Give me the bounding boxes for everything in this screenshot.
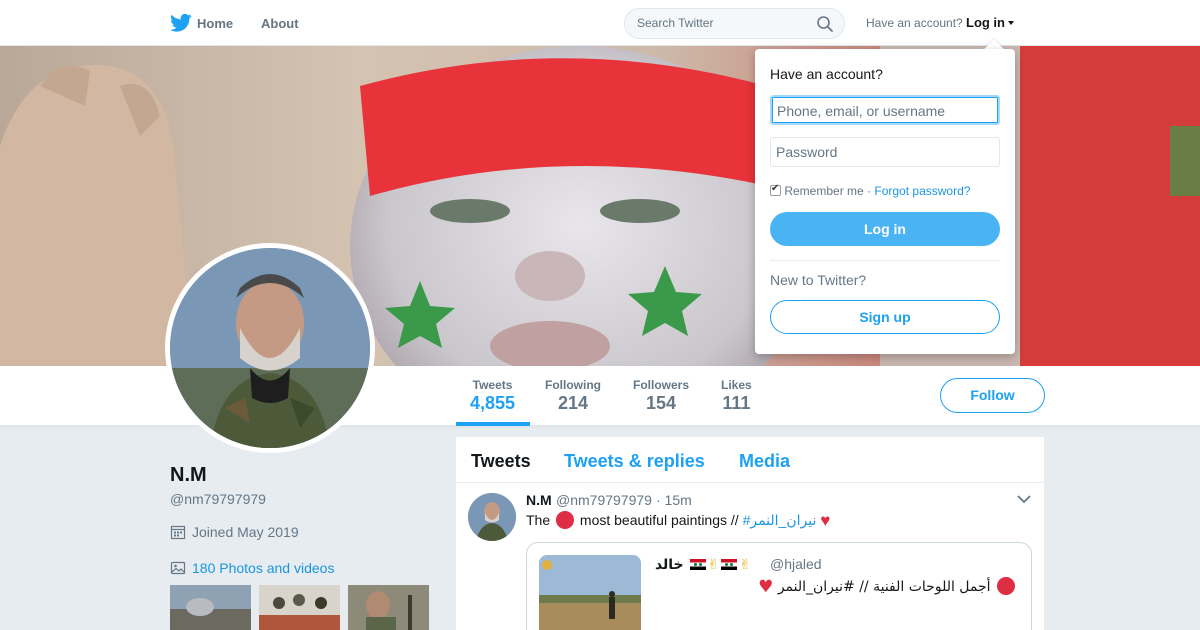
quoted-author-name[interactable]: خالد ✌ ✌ [655,556,751,573]
quoted-author-handle[interactable]: @hjaled [770,556,822,572]
tab-tweets-replies[interactable]: Tweets & replies [564,451,705,472]
media-thumbnail[interactable] [170,585,251,630]
remember-me-label[interactable]: Remember me · [784,184,871,198]
avatar-image [170,248,370,448]
dropdown-title: Have an account? [770,66,883,82]
username-field[interactable]: Phone, email, or username [770,95,1000,125]
follow-button[interactable]: Follow [940,378,1045,413]
login-dropdown: Have an account? Phone, email, or userna… [755,49,1015,354]
photo-icon [170,561,186,575]
twitter-bird-icon[interactable] [170,13,192,33]
tweet-author-name[interactable]: N.M [526,492,552,508]
tweet-text-part: The [526,512,551,528]
red-heart-emoji-icon: ♥ [820,511,831,530]
tab-media[interactable]: Media [739,451,790,472]
red-heart-emoji-icon: ♥ [758,577,774,597]
profile-name[interactable]: N.M [170,464,207,487]
dropdown-divider [770,260,1000,261]
nav-home-link[interactable]: Home [197,16,233,31]
quoted-tweet-text-content: أجمل اللوحات الفنية // #نيران_النمر [777,579,991,595]
joined-date: Joined May 2019 [192,524,299,540]
search-icon[interactable] [816,15,834,33]
have-account-text: Have an account? [866,16,963,30]
stat-following[interactable]: Following 214 [545,378,601,414]
remember-me-row: Remember me · Forgot password? [770,183,970,198]
red-circle-emoji-icon [556,511,575,529]
media-thumbnail[interactable] [259,585,340,630]
timeline-tabs: Tweets Tweets & replies Media [456,437,1044,483]
calendar-icon [170,525,186,540]
signup-button[interactable]: Sign up [770,300,1000,334]
tweet-text-part: most beautiful paintings // [579,512,739,528]
tab-tweets[interactable]: Tweets [471,451,531,472]
tweet-author-handle[interactable]: @nm79797979 [556,492,652,508]
syria-flag-icon [689,559,706,570]
quoted-tweet-card[interactable]: @hjaled خالد ✌ ✌ أجمل اللوحات الفنية // #… [526,542,1032,630]
photos-videos-link[interactable]: 180 Photos and videos [192,560,334,576]
victory-hand-emoji-icon: ✌ [707,556,720,572]
stat-followers[interactable]: Followers 154 [633,378,689,414]
search-input[interactable]: Search Twitter [637,16,713,30]
timeline: Tweets Tweets & replies Media N.M @nm797… [456,437,1044,630]
tweet-text: The most beautiful paintings // #نيران_ا… [526,511,830,531]
stat-followers-value: 154 [645,393,677,413]
caret-down-icon[interactable] [1008,21,1014,25]
stat-tweets[interactable]: Tweets 4,855 [470,378,515,414]
tweet-timestamp[interactable]: · 15m [656,492,692,508]
active-stat-underline [456,422,530,426]
stat-tweets-value: 4,855 [470,393,516,413]
search-box[interactable]: Search Twitter [624,8,845,39]
red-circle-emoji-icon [997,577,1015,595]
quoted-author-name-text: خالد [654,556,684,572]
stat-tweets-label: Tweets [472,378,513,392]
quoted-tweet-text: أجمل اللوحات الفنية // #نيران_النمر ♥ [758,577,1017,597]
hashtag-link[interactable]: #نيران_النمر [743,512,817,528]
nav-about-link[interactable]: About [261,16,299,31]
stat-likes[interactable]: Likes 111 [721,378,752,414]
profile-avatar[interactable] [165,243,375,453]
new-to-twitter-text: New to Twitter? [770,272,867,288]
remember-me-checkbox[interactable] [770,183,781,196]
tweet-avatar[interactable] [468,493,516,541]
top-nav: Home About Search Twitter Have an accoun… [0,0,1200,46]
stat-likes-label: Likes [721,378,752,392]
login-button[interactable]: Log in [770,212,1000,246]
stat-following-value: 214 [557,393,589,413]
password-field[interactable]: Password [770,137,1000,167]
quoted-tweet-image[interactable] [539,555,641,630]
media-thumbnail[interactable] [348,585,429,630]
chevron-down-icon[interactable] [1017,494,1031,504]
forgot-password-link[interactable]: Forgot password? [874,184,970,198]
login-dropdown-toggle[interactable]: Log in [966,15,1005,30]
profile-handle[interactable]: @nm79797979 [170,491,266,507]
stat-followers-label: Followers [633,378,690,392]
syria-flag-icon [721,559,738,570]
victory-hand-emoji-icon: ✌ [739,556,751,572]
stat-following-label: Following [545,378,601,392]
stat-likes-value: 111 [722,393,751,413]
